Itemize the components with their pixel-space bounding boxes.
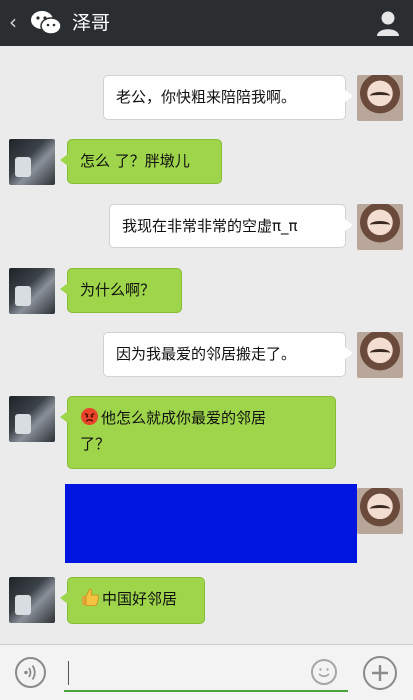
message-text: 我现在非常非常的空虚π_π: [122, 217, 298, 235]
emoji-button[interactable]: [311, 659, 337, 685]
angry-face-icon: [80, 407, 99, 426]
message-bubble-sent[interactable]: 老公，你快粗来陪陪我啊。: [103, 75, 353, 120]
input-bar: [0, 644, 413, 700]
message-bubble-received[interactable]: 怎么 了？胖墩儿: [60, 139, 222, 184]
redacted-message-block[interactable]: [65, 484, 357, 563]
chevron-left-icon[interactable]: ‹: [9, 10, 17, 34]
message-bubble-received[interactable]: 为什么啊？: [60, 268, 182, 313]
avatar-zege[interactable]: [9, 268, 55, 314]
avatar-zege[interactable]: [9, 139, 55, 185]
avatar-me[interactable]: [357, 75, 403, 121]
message-list[interactable]: 老公，你快粗来陪陪我啊。 怎么 了？胖墩儿 我现在非常非常的空虚π_π 为什么啊…: [0, 46, 413, 644]
message-input[interactable]: [64, 656, 348, 692]
message-text: 因为我最爱的邻居搬走了。: [116, 345, 297, 363]
message-text-line-1: 他怎么就成你最爱的邻居: [101, 409, 267, 427]
message-text: 怎么 了？胖墩儿: [80, 152, 190, 170]
text-cursor: [68, 661, 69, 685]
wechat-logo-icon: [31, 11, 62, 35]
avatar-me[interactable]: [357, 332, 403, 378]
avatar-zege[interactable]: [9, 396, 55, 442]
smiley-icon: [318, 668, 330, 678]
person-icon[interactable]: [376, 10, 400, 36]
top-bar: ‹ 泽哥: [0, 0, 413, 46]
message-bubble-sent[interactable]: 因为我最爱的邻居搬走了。: [103, 332, 353, 377]
thumbs-up-icon: [82, 588, 99, 606]
avatar-zege[interactable]: [9, 577, 55, 623]
message-bubble-received[interactable]: 他怎么就成你最爱的邻居 了？: [60, 396, 336, 469]
voice-button[interactable]: [15, 657, 46, 688]
avatar-me[interactable]: [357, 488, 403, 534]
more-button[interactable]: [363, 656, 397, 690]
avatar-me[interactable]: [357, 204, 403, 250]
voice-icon: [24, 665, 36, 680]
message-text: 老公，你快粗来陪陪我啊。: [116, 88, 297, 106]
message-text: 中国好邻居: [102, 590, 178, 608]
message-bubble-sent[interactable]: 我现在非常非常的空虚π_π: [109, 204, 353, 248]
message-bubble-received[interactable]: 中国好邻居: [60, 577, 205, 624]
chat-title: 泽哥: [72, 12, 111, 34]
plus-icon: [372, 665, 388, 681]
message-text: 为什么啊？: [80, 281, 156, 299]
message-text-line-2: 了？: [80, 435, 111, 453]
